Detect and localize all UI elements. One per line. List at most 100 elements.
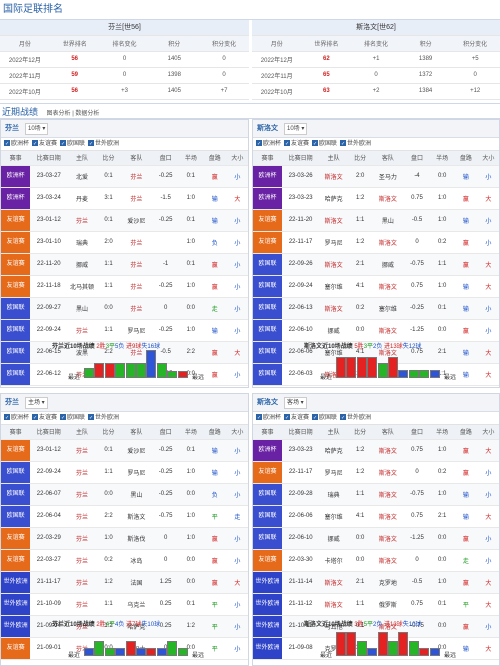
form-bar bbox=[356, 641, 367, 656]
checkbox-checked-icon[interactable]: ✓ bbox=[256, 140, 262, 147]
match-cell: 1:1 bbox=[96, 461, 121, 484]
filter-checkbox[interactable]: ✓ 友谊赛 bbox=[284, 414, 309, 421]
checkbox-checked-icon[interactable]: ✓ bbox=[284, 140, 291, 147]
filter-checkbox[interactable]: ✓ 欧洲杯 bbox=[4, 414, 29, 421]
match-row[interactable]: 友谊赛 22-11-17 罗马尼 1:2 斯洛文 0 0:2 赢小 bbox=[253, 231, 499, 254]
match-row[interactable]: 欧洲杯 23-03-24 丹麦 3:1 芬兰 -1.5 1:0 输大 bbox=[1, 187, 248, 210]
checkbox-checked-icon[interactable]: ✓ bbox=[60, 414, 67, 421]
match-count-select[interactable]: 10场 ▾ bbox=[284, 123, 308, 135]
ranking-cell: 0 bbox=[199, 51, 249, 68]
match-cell: 斯洛文 bbox=[319, 297, 349, 320]
match-row[interactable]: 世外欧洲 21-11-12 斯洛文 1:1 俄罗斯 0.75 0:1 平大 bbox=[253, 593, 499, 616]
filter-label: 世外欧洲 bbox=[95, 415, 120, 421]
match-row[interactable]: 世外欧洲 21-10-09 芬兰 1:1 乌克兰 0.25 0:1 平小 bbox=[1, 593, 248, 616]
match-count-select[interactable]: 主场 ▾ bbox=[25, 397, 48, 409]
match-row[interactable]: 欧国联 22-09-27 黑山 0:0 芬兰 0 0:0 走小 bbox=[1, 297, 248, 320]
match-header-cell: 主队 bbox=[67, 151, 97, 166]
match-cell: 小 bbox=[226, 483, 248, 506]
match-row[interactable]: 友谊赛 23-01-12 芬兰 0:1 爱沙尼 -0.25 0:1 输小 bbox=[1, 209, 248, 232]
checkbox-checked-icon[interactable]: ✓ bbox=[88, 140, 95, 147]
checkbox-checked-icon[interactable]: ✓ bbox=[32, 414, 39, 421]
match-row[interactable]: 欧国联 22-06-10 挪威 0:0 斯洛文 -1.25 0:0 赢小 bbox=[253, 319, 499, 342]
ranking-header-cell: 世界排名 bbox=[301, 35, 352, 52]
filter-checkbox[interactable]: ✓ 欧洲杯 bbox=[4, 140, 29, 147]
match-cell: 0:0 bbox=[430, 319, 455, 342]
match-count-select[interactable]: 10场 ▾ bbox=[25, 123, 49, 135]
match-row[interactable]: 欧国联 22-06-07 芬兰 0:0 黑山 -0.25 0:0 负小 bbox=[1, 483, 248, 506]
match-row[interactable]: 欧国联 22-09-24 芬兰 1:1 罗马尼 -0.25 1:0 输小 bbox=[1, 319, 248, 342]
analysis-tabs[interactable]: 图表分析 | 数据分析 bbox=[47, 111, 100, 117]
checkbox-checked-icon[interactable]: ✓ bbox=[340, 140, 347, 147]
filter-checkbox[interactable]: ✓ 欧洲杯 bbox=[256, 140, 281, 147]
match-row[interactable]: 欧国联 22-06-10 挪威 0:0 斯洛文 -1.25 0:0 赢小 bbox=[253, 527, 499, 550]
checkbox-checked-icon[interactable]: ✓ bbox=[256, 414, 262, 421]
match-cell: 平 bbox=[202, 637, 227, 660]
match-cell: 4:1 bbox=[348, 275, 373, 298]
match-row[interactable]: 友谊赛 22-03-30 卡塔尔 0:0 斯洛文 0 0:0 走小 bbox=[253, 549, 499, 572]
match-row[interactable]: 友谊赛 22-03-27 芬兰 0:2 冰岛 0 0:0 赢小 bbox=[1, 549, 248, 572]
match-row[interactable]: 友谊赛 22-11-20 挪威 1:1 芬兰 -1 0:1 赢小 bbox=[1, 253, 248, 276]
filter-checkbox[interactable]: ✓ 欧国联 bbox=[312, 140, 337, 147]
filter-checkbox[interactable]: ✓ 欧国联 bbox=[60, 140, 85, 147]
filter-checkbox[interactable]: ✓ 世外欧洲 bbox=[88, 140, 119, 147]
filter-checkbox[interactable]: ✓ 世外欧洲 bbox=[340, 140, 371, 147]
match-cell: 输 bbox=[202, 209, 227, 232]
match-row[interactable]: 友谊赛 23-01-10 瑞典 2:0 芬兰 1:0 负小 bbox=[1, 231, 248, 254]
match-cell: 罗马尼 bbox=[319, 461, 349, 484]
form-bar bbox=[388, 357, 398, 378]
match-cell: 1:2 bbox=[348, 231, 373, 254]
match-row[interactable]: 世外欧洲 21-11-14 斯洛文 2:1 克罗地 -0.5 1:0 赢大 bbox=[253, 571, 499, 594]
match-cell: 欧国联 bbox=[253, 341, 283, 364]
checkbox-checked-icon[interactable]: ✓ bbox=[284, 414, 291, 421]
match-row[interactable]: 欧国联 22-09-26 斯洛文 2:1 挪威 -0.75 1:1 赢大 bbox=[253, 253, 499, 276]
filter-checkbox[interactable]: ✓ 友谊赛 bbox=[32, 414, 57, 421]
match-count-select[interactable]: 客场 ▾ bbox=[284, 397, 307, 409]
checkbox-checked-icon[interactable]: ✓ bbox=[60, 140, 67, 147]
filter-checkbox[interactable]: ✓ 欧国联 bbox=[312, 414, 337, 421]
match-row[interactable]: 友谊赛 22-11-20 斯洛文 1:1 黑山 -0.5 1:0 输小 bbox=[253, 209, 499, 232]
checkbox-checked-icon[interactable]: ✓ bbox=[4, 414, 10, 421]
match-cell: 22-06-07 bbox=[30, 483, 68, 506]
match-cell: 1:0 bbox=[96, 527, 121, 550]
checkbox-checked-icon[interactable]: ✓ bbox=[340, 414, 347, 421]
checkbox-checked-icon[interactable]: ✓ bbox=[312, 414, 319, 421]
match-row[interactable]: 友谊赛 22-03-29 芬兰 1:0 斯洛伐 0 1:0 赢小 bbox=[1, 527, 248, 550]
match-row[interactable]: 欧洲杯 23-03-23 哈萨克 1:2 斯洛文 0.75 1:0 赢大 bbox=[253, 439, 499, 462]
checkbox-checked-icon[interactable]: ✓ bbox=[312, 140, 319, 147]
match-row[interactable]: 欧洲杯 23-03-27 北爱 0:1 芬兰 -0.25 0:1 赢小 bbox=[1, 165, 248, 188]
match-cell: -0.5 bbox=[403, 571, 431, 594]
match-row[interactable]: 欧国联 22-06-06 塞尔维 4:1 斯洛文 0.75 2:1 输大 bbox=[253, 505, 499, 528]
filter-checkbox[interactable]: ✓ 友谊赛 bbox=[284, 140, 309, 147]
match-row[interactable]: 欧国联 22-09-24 芬兰 1:1 罗马尼 -0.25 1:0 输小 bbox=[1, 461, 248, 484]
match-row[interactable]: 欧国联 22-09-24 塞尔维 4:1 斯洛文 0.75 1:0 输大 bbox=[253, 275, 499, 298]
filter-checkbox[interactable]: ✓ 欧国联 bbox=[60, 414, 85, 421]
match-row[interactable]: 欧国联 22-06-04 芬兰 2:2 斯洛文 -0.75 1:0 平走 bbox=[1, 505, 248, 528]
match-row[interactable]: 世外欧洲 21-11-17 芬兰 1:2 法国 1.25 0:0 赢大 bbox=[1, 571, 248, 594]
match-cell: 小 bbox=[477, 319, 499, 342]
filter-checkbox[interactable]: ✓ 友谊赛 bbox=[32, 140, 57, 147]
ranking-row: 2022年12月 56 0 1405 0 bbox=[0, 51, 249, 68]
match-row[interactable]: 友谊赛 23-01-12 芬兰 0:1 爱沙尼 -0.25 0:1 输小 bbox=[1, 439, 248, 462]
match-row[interactable]: 欧国联 22-06-13 斯洛文 0:2 塞尔维 -0.25 0:1 输小 bbox=[253, 297, 499, 320]
filter-checkbox[interactable]: ✓ 世外欧洲 bbox=[340, 414, 371, 421]
match-cell: 1:0 bbox=[178, 505, 203, 528]
checkbox-checked-icon[interactable]: ✓ bbox=[88, 414, 95, 421]
match-cell: -0.5 bbox=[403, 209, 431, 232]
match-cell: 欧国联 bbox=[1, 505, 31, 528]
match-header-cell: 盘路 bbox=[202, 425, 227, 440]
match-row[interactable]: 欧国联 22-09-28 瑞典 1:1 斯洛文 -0.75 1:0 输小 bbox=[253, 483, 499, 506]
match-header-cell: 比赛日期 bbox=[282, 151, 320, 166]
filter-checkbox[interactable]: ✓ 世外欧洲 bbox=[88, 414, 120, 421]
match-row[interactable]: 欧洲杯 23-03-26 斯洛文 2:0 圣马力 -4 0:0 输小 bbox=[253, 165, 499, 188]
checkbox-checked-icon[interactable]: ✓ bbox=[32, 140, 39, 147]
filter-checkbox[interactable]: ✓ 欧洲杯 bbox=[256, 414, 281, 421]
match-row[interactable]: 友谊赛 22-11-17 罗马尼 1:2 斯洛文 0 0:2 赢小 bbox=[253, 461, 499, 484]
checkbox-checked-icon[interactable]: ✓ bbox=[4, 140, 10, 147]
match-row[interactable]: 友谊赛 22-11-18 北马其顿 1:1 芬兰 -0.25 1:0 赢小 bbox=[1, 275, 248, 298]
match-cell: 斯洛文 bbox=[319, 593, 349, 616]
match-row[interactable]: 欧洲杯 23-03-23 哈萨克 1:2 斯洛文 0.75 1:0 赢大 bbox=[253, 187, 499, 210]
match-cell: 斯洛文 bbox=[319, 165, 349, 188]
competition-badge: 欧国联 bbox=[1, 297, 31, 318]
form-bar bbox=[115, 648, 126, 656]
match-cell: 友谊赛 bbox=[253, 549, 283, 572]
